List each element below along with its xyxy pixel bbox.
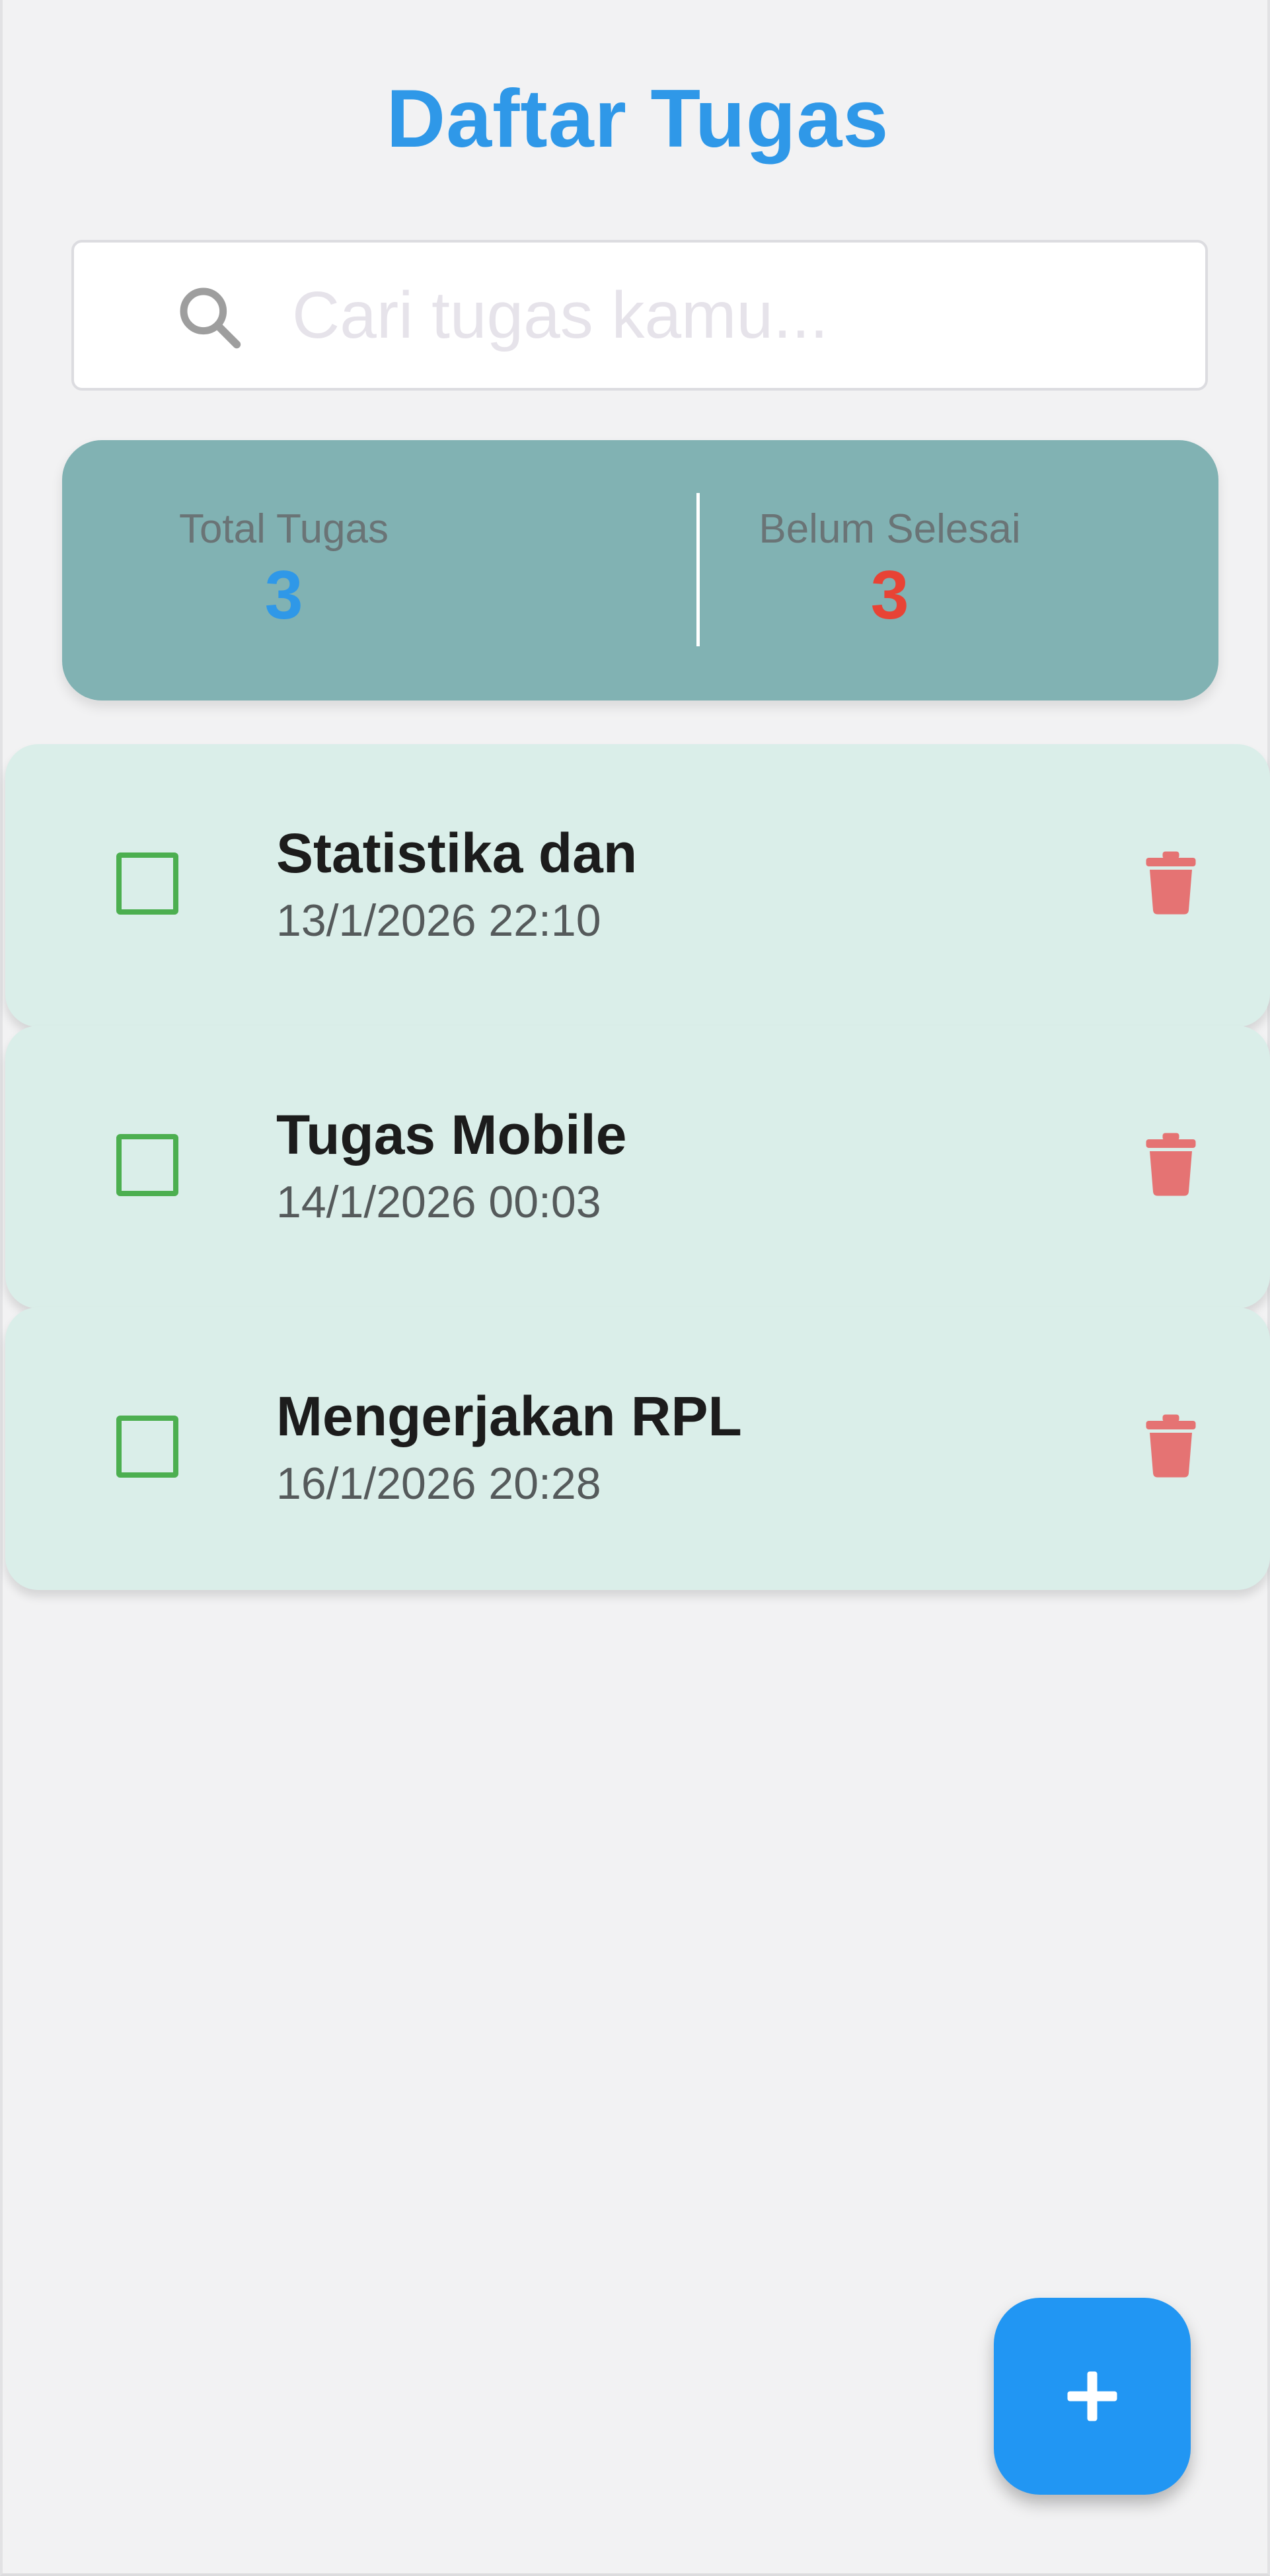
trash-icon[interactable] — [1144, 1413, 1197, 1479]
add-task-button[interactable] — [994, 2298, 1191, 2495]
task-checkbox[interactable] — [116, 1134, 178, 1196]
page-title: Daftar Tugas — [386, 73, 889, 165]
task-checkbox[interactable] — [116, 1416, 178, 1478]
stat-pending-value: 3 — [870, 557, 909, 634]
task-title: Statistika dan — [276, 822, 638, 884]
stat-total-value: 3 — [264, 557, 303, 634]
search-icon — [180, 287, 241, 349]
task-date: 14/1/2026 00:03 — [276, 1177, 601, 1227]
search-input[interactable] — [292, 262, 1177, 368]
trash-icon[interactable] — [1144, 1131, 1197, 1197]
search-bar[interactable] — [71, 240, 1208, 391]
task-item[interactable]: Mengerjakan RPL 16/1/2026 20:28 — [5, 1307, 1270, 1590]
stats-card: Total Tugas 3 Belum Selesai 3 — [62, 440, 1218, 701]
task-item[interactable]: Statistika dan 13/1/2026 22:10 — [5, 744, 1270, 1027]
task-checkbox[interactable] — [116, 852, 178, 915]
trash-icon[interactable] — [1144, 850, 1197, 916]
task-title: Tugas Mobile — [276, 1104, 627, 1166]
task-date: 13/1/2026 22:10 — [276, 895, 601, 946]
stat-total: Total Tugas 3 — [62, 440, 640, 701]
app-screen: Daftar Tugas Total Tugas 3 Belum Selesai… — [0, 0, 1270, 2576]
task-date: 16/1/2026 20:28 — [276, 1458, 601, 1509]
task-title: Mengerjakan RPL — [276, 1385, 742, 1447]
stat-total-label: Total Tugas — [178, 506, 389, 552]
stat-pending: Belum Selesai 3 — [640, 440, 1218, 701]
task-item[interactable]: Tugas Mobile 14/1/2026 00:03 — [5, 1026, 1270, 1308]
stat-pending-label: Belum Selesai — [759, 506, 1021, 552]
plus-icon — [1067, 2371, 1117, 2421]
